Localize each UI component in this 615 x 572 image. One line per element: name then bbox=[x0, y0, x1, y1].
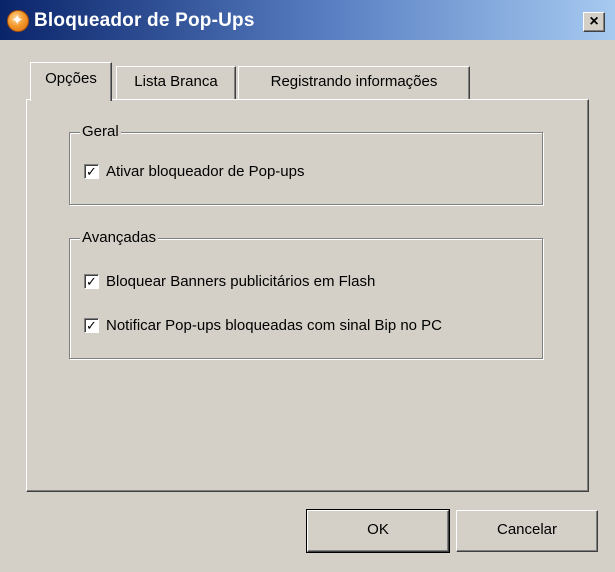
title-bar[interactable]: ✦ Bloqueador de Pop-Ups × bbox=[0, 0, 615, 40]
checkbox-label-ativar-bloqueador: Ativar bloqueador de Pop-ups bbox=[106, 163, 305, 180]
tab-opcoes[interactable]: Opções bbox=[30, 62, 112, 101]
checkbox-notificar-bip[interactable]: ✓ bbox=[84, 318, 99, 333]
checkbox-bloquear-banners[interactable]: ✓ bbox=[84, 274, 99, 289]
close-button[interactable]: × bbox=[583, 12, 605, 32]
window-title: Bloqueador de Pop-Ups bbox=[34, 10, 255, 31]
tab-panel-opcoes: Geral ✓ Ativar bloqueador de Pop-ups Ava… bbox=[26, 99, 589, 492]
group-avancadas-title: Avançadas bbox=[80, 228, 158, 248]
checkbox-ativar-bloqueador[interactable]: ✓ bbox=[84, 164, 99, 179]
tab-registrando-informacoes[interactable]: Registrando informações bbox=[238, 66, 470, 100]
close-icon: × bbox=[589, 13, 599, 30]
cancel-button[interactable]: Cancelar bbox=[456, 510, 598, 552]
popup-blocker-icon: ✦ bbox=[7, 10, 29, 32]
group-geral-title: Geral bbox=[80, 122, 121, 142]
checkbox-label-bloquear-banners: Bloquear Banners publicitários em Flash bbox=[106, 273, 376, 290]
tab-lista-branca[interactable]: Lista Branca bbox=[116, 66, 236, 100]
group-geral: Geral ✓ Ativar bloqueador de Pop-ups bbox=[69, 122, 543, 205]
ok-button[interactable]: OK bbox=[306, 509, 450, 553]
dialog-window: ✦ Bloqueador de Pop-Ups × Opções Lista B… bbox=[0, 0, 615, 572]
checkbox-label-notificar-bip: Notificar Pop-ups bloqueadas com sinal B… bbox=[106, 317, 443, 334]
group-avancadas: Avançadas ✓ Bloquear Banners publicitári… bbox=[69, 228, 543, 359]
